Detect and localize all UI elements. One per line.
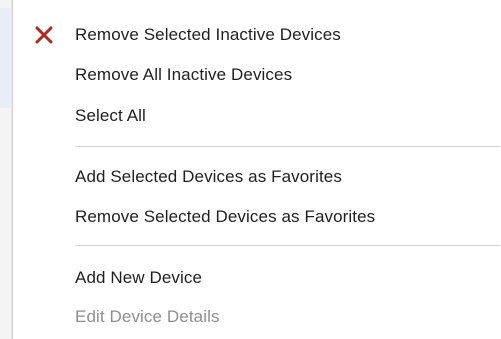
menu-item-remove-selected-devices-as-favorites[interactable]: Remove Selected Devices as Favorites xyxy=(13,197,501,237)
background-selection-accent xyxy=(0,8,12,108)
menu-item-add-new-device[interactable]: Add New Device xyxy=(13,258,501,298)
menu-item-select-all[interactable]: Select All xyxy=(13,96,501,136)
menu-item-icon-slot xyxy=(13,157,75,197)
close-icon xyxy=(35,26,53,44)
menu-item-add-selected-devices-as-favorites[interactable]: Add Selected Devices as Favorites xyxy=(13,157,501,197)
menu-item-label: Remove Selected Devices as Favorites xyxy=(75,207,376,226)
menu-separator xyxy=(75,146,500,147)
menu-item-icon-slot xyxy=(13,55,75,95)
menu-item-label: Select All xyxy=(75,106,146,125)
menu-item-label: Edit Device Details xyxy=(75,307,220,326)
menu-item-icon-slot xyxy=(13,15,75,55)
menu-separator xyxy=(75,245,500,246)
context-menu: Remove Selected Inactive Devices Remove … xyxy=(12,0,501,339)
menu-item-label: Remove All Inactive Devices xyxy=(75,65,293,84)
menu-item-icon-slot xyxy=(13,297,75,337)
background-window-strip xyxy=(0,0,12,339)
menu-item-label: Add New Device xyxy=(75,268,203,287)
menu-item-icon-slot xyxy=(13,258,75,298)
menu-item-remove-selected-inactive-devices[interactable]: Remove Selected Inactive Devices xyxy=(13,15,501,55)
menu-item-edit-device-details: Edit Device Details xyxy=(13,297,501,337)
menu-item-icon-slot xyxy=(13,197,75,237)
menu-item-label: Add Selected Devices as Favorites xyxy=(75,167,342,186)
menu-item-label: Remove Selected Inactive Devices xyxy=(75,25,341,44)
menu-item-remove-all-inactive-devices[interactable]: Remove All Inactive Devices xyxy=(13,55,501,95)
menu-item-icon-slot xyxy=(13,96,75,136)
